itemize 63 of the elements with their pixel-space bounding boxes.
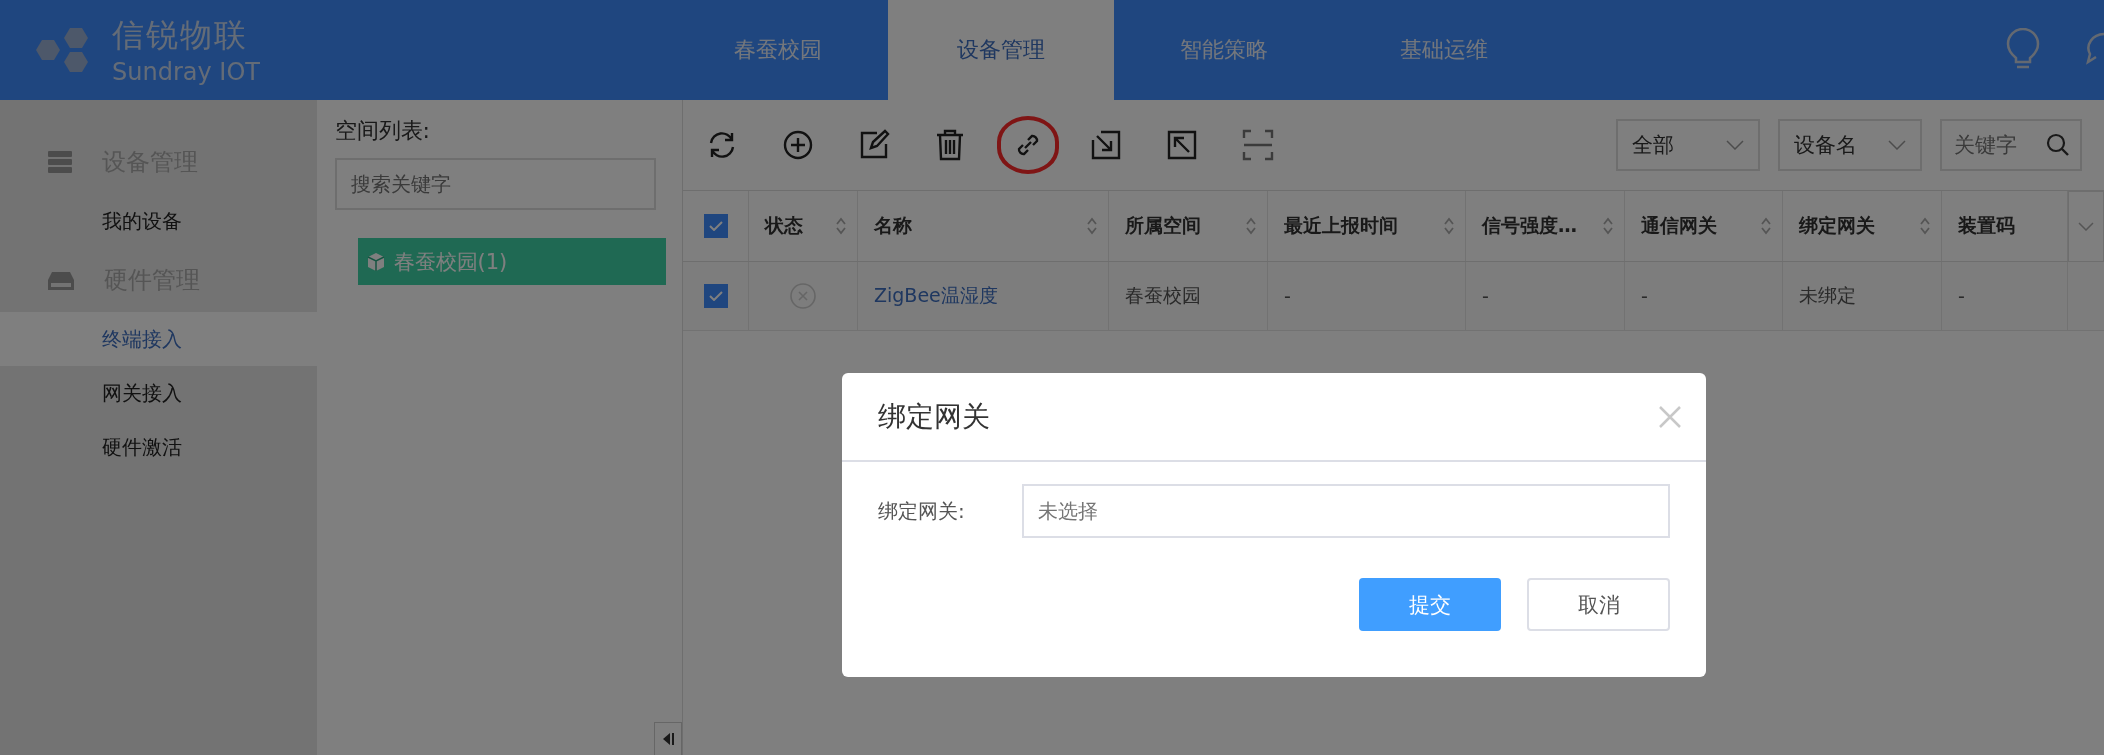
table-cell: - <box>1958 285 1965 307</box>
row-checkbox[interactable] <box>703 284 728 308</box>
brand-name: 信锐物联 <box>112 15 249 56</box>
column-menu-button[interactable] <box>2068 191 2104 262</box>
column-header[interactable]: 通信网关 <box>1641 213 1717 239</box>
sort-icon[interactable] <box>835 216 847 236</box>
nav-tab[interactable]: 设备管理 <box>888 0 1114 100</box>
arrow-into-box-icon <box>1089 128 1123 162</box>
collapse-handle[interactable] <box>654 722 682 755</box>
nav-tab[interactable]: 基础运维 <box>1334 0 1554 100</box>
sort-icon[interactable] <box>1602 216 1614 236</box>
brand-subtitle: Sundray IOT <box>112 58 260 86</box>
column-header[interactable]: 信号强度… <box>1482 213 1577 239</box>
link-button[interactable] <box>997 116 1059 174</box>
column-header[interactable]: 装置码 <box>1958 213 2015 239</box>
close-icon[interactable] <box>1658 404 1682 429</box>
server-icon <box>48 151 72 173</box>
sidebar-item[interactable]: 网关接入 <box>0 366 317 420</box>
hard-drive-icon <box>48 270 74 290</box>
space-list-title: 空间列表: <box>334 117 430 145</box>
collapse-left-icon <box>662 732 674 746</box>
search-icon <box>2046 133 2070 157</box>
cube-icon <box>365 251 386 272</box>
keyword-search-box[interactable]: 关键字 <box>1940 119 2082 171</box>
gateway-select-field[interactable]: 未选择 <box>1022 484 1670 538</box>
column-header[interactable]: 状态 <box>765 213 803 239</box>
plus-circle-icon <box>781 128 815 162</box>
checkmark-icon <box>708 291 723 301</box>
select-all-checkbox[interactable] <box>703 214 728 238</box>
sort-icon[interactable] <box>1919 216 1931 236</box>
table-cell: - <box>1641 285 1648 307</box>
table-cell-text: 未绑定 <box>1799 283 1856 308</box>
chevron-down-icon <box>1888 140 1906 150</box>
column-header[interactable]: 绑定网关 <box>1799 213 1875 239</box>
cancel-button[interactable]: 取消 <box>1527 578 1670 631</box>
column-header[interactable]: 最近上报时间 <box>1284 213 1398 239</box>
nav-tab[interactable]: 智能策略 <box>1114 0 1334 100</box>
chevron-down-icon <box>2078 222 2094 231</box>
search-field[interactable]: 搜索关键字 <box>334 158 656 210</box>
field-dropdown[interactable]: 设备名 <box>1778 119 1922 171</box>
sort-icon[interactable] <box>1086 216 1098 236</box>
arrow-out-box-icon <box>1165 128 1199 162</box>
column-header[interactable]: 所属空间 <box>1125 213 1201 239</box>
sidebar-item[interactable]: 硬件激活 <box>0 420 317 474</box>
sort-icon[interactable] <box>1443 216 1455 236</box>
dialog-title: 绑定网关 <box>878 398 990 435</box>
sort-icon[interactable] <box>1245 216 1257 236</box>
keyword-field[interactable]: 关键字 <box>1942 132 2046 158</box>
filter-dropdown[interactable]: 全部 <box>1616 119 1760 171</box>
device-name-link[interactable]: ZigBee温湿度 <box>874 283 998 309</box>
table-cell-text: 春蚕校园 <box>1125 283 1201 308</box>
column-header[interactable]: 名称 <box>874 213 912 239</box>
table-cell: - <box>1482 285 1489 307</box>
nav-tab[interactable]: 春蚕校园 <box>668 0 888 100</box>
chevron-down-icon <box>1726 140 1744 150</box>
field-label: 绑定网关: <box>878 497 966 525</box>
submit-button[interactable]: 提交 <box>1359 578 1501 631</box>
sort-icon[interactable] <box>1760 216 1772 236</box>
scan-icon <box>1241 128 1275 162</box>
sidebar-item[interactable]: 我的设备 <box>0 194 317 248</box>
sidebar-item[interactable]: 终端接入 <box>0 312 317 366</box>
table-cell: - <box>1284 285 1291 307</box>
checkmark-icon <box>708 221 723 231</box>
